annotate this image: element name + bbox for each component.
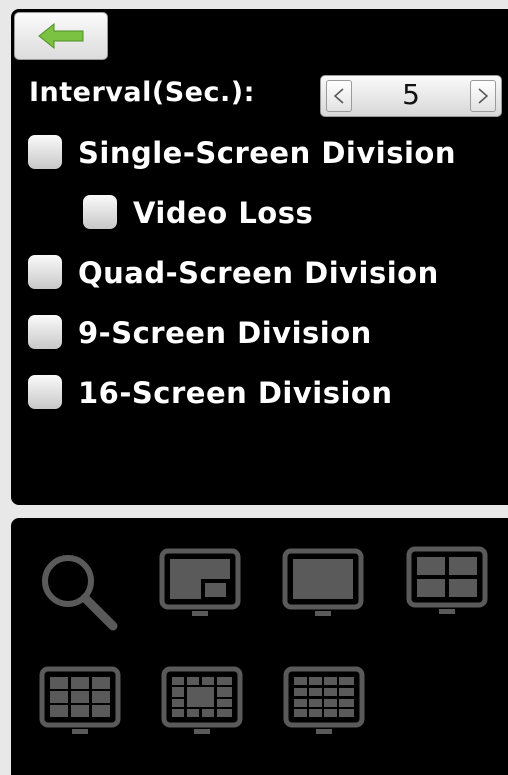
decrement-button[interactable] — [326, 80, 352, 112]
pip-view-button[interactable] — [159, 548, 241, 624]
checkbox[interactable] — [28, 315, 62, 349]
chevron-left-icon — [333, 88, 344, 104]
single-view-button[interactable] — [282, 548, 364, 624]
option-label: Quad-Screen Division — [78, 256, 439, 290]
search-icon — [42, 555, 118, 631]
quad-view-button[interactable] — [406, 546, 488, 622]
interval-label: Interval(Sec.): — [29, 77, 255, 108]
option-label: Single-Screen Division — [78, 136, 456, 170]
option-label: 16-Screen Division — [78, 376, 393, 410]
single-screen-icon — [282, 548, 364, 616]
settings-panel: Interval(Sec.): 5 Single-Screen Division… — [11, 9, 508, 505]
checkbox[interactable] — [28, 255, 62, 289]
back-arrow-icon — [38, 23, 84, 49]
search-tool[interactable] — [37, 550, 121, 638]
picture-in-picture-icon — [159, 548, 241, 616]
checkbox[interactable] — [83, 195, 117, 229]
option-label: Video Loss — [133, 196, 314, 230]
back-button[interactable] — [14, 12, 108, 60]
option-label: 9-Screen Division — [78, 316, 372, 350]
view-toolbar — [11, 518, 508, 775]
checkbox[interactable] — [28, 375, 62, 409]
interval-spinner[interactable]: 5 — [320, 75, 502, 117]
checkbox[interactable] — [28, 135, 62, 169]
chevron-right-icon — [478, 88, 489, 104]
quad-screen-icon — [406, 546, 488, 614]
center-focus-grid-icon — [161, 666, 243, 734]
nine-view-button[interactable] — [39, 666, 121, 742]
increment-button[interactable] — [470, 80, 496, 112]
sixteen-screen-icon — [283, 666, 365, 734]
interval-value[interactable]: 5 — [355, 78, 467, 111]
sixteen-view-button[interactable] — [283, 666, 365, 742]
focus-view-button[interactable] — [161, 666, 243, 742]
nine-screen-icon — [39, 666, 121, 734]
